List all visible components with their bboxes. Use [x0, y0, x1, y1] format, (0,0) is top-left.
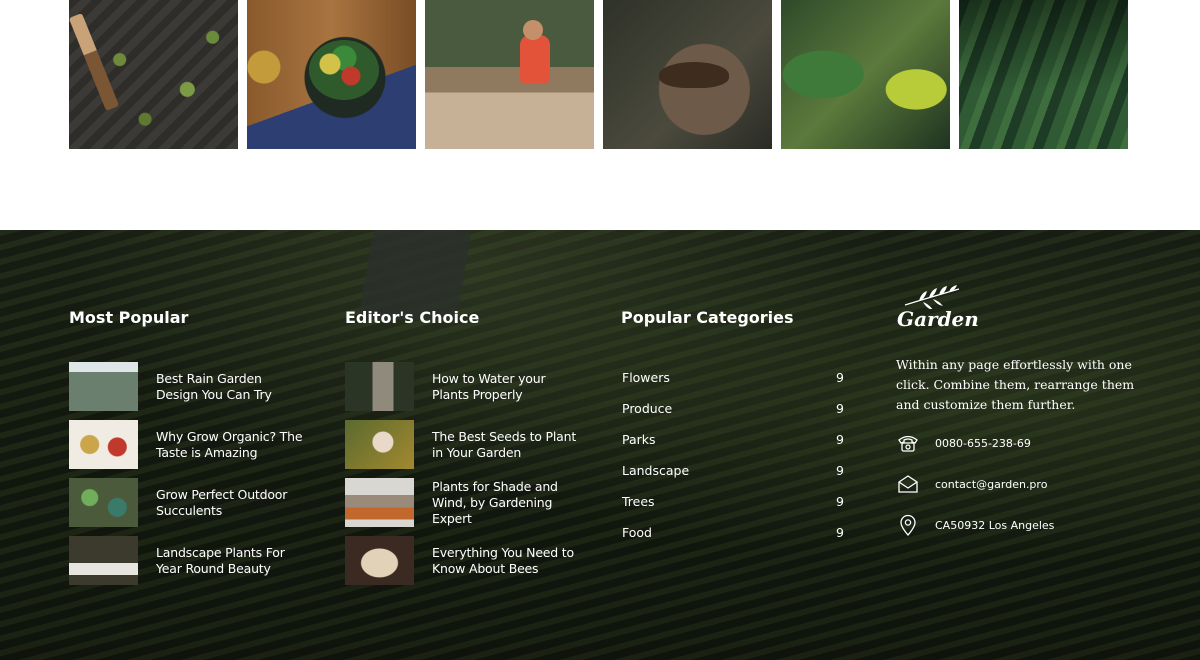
gallery-image-3[interactable] [425, 0, 594, 149]
envelope-icon [897, 473, 919, 495]
most-popular-list: Best Rain Garden Design You Can Try Why … [69, 362, 309, 594]
post-thumbnail[interactable] [69, 362, 138, 411]
gallery-image-2[interactable] [247, 0, 416, 149]
logo-text: Garden [897, 307, 979, 331]
address-text: CA50932 Los Angeles [935, 518, 1055, 532]
editors-post-item[interactable]: The Best Seeds to Plant in Your Garden [345, 420, 585, 469]
category-count: 9 [836, 463, 844, 478]
category-item-landscape[interactable]: Landscape 9 [622, 455, 844, 486]
post-title-link[interactable]: Best Rain Garden Design You Can Try [156, 371, 306, 403]
popular-post-item[interactable]: Landscape Plants For Year Round Beauty [69, 536, 309, 585]
post-thumbnail[interactable] [345, 420, 414, 469]
post-thumbnail[interactable] [345, 536, 414, 585]
category-count: 9 [836, 494, 844, 509]
editors-post-item[interactable]: Everything You Need to Know About Bees [345, 536, 585, 585]
gallery-image-6[interactable] [959, 0, 1128, 149]
editors-post-item[interactable]: How to Water your Plants Properly [345, 362, 585, 411]
category-item-trees[interactable]: Trees 9 [622, 486, 844, 517]
popular-post-item[interactable]: Grow Perfect Outdoor Succulents [69, 478, 309, 527]
post-thumbnail[interactable] [69, 478, 138, 527]
post-title-link[interactable]: How to Water your Plants Properly [432, 371, 582, 403]
category-count: 9 [836, 432, 844, 447]
instagram-gallery [69, 0, 1130, 149]
site-footer: Most Popular Best Rain Garden Design You… [0, 230, 1200, 660]
editors-choice-heading: Editor's Choice [345, 308, 480, 327]
footer-background-image [360, 230, 470, 320]
post-thumbnail[interactable] [345, 478, 414, 527]
contact-phone[interactable]: 0080-655-238-69 [897, 432, 1177, 454]
editors-post-item[interactable]: Plants for Shade and Wind, by Gardening … [345, 478, 585, 527]
contact-address: CA50932 Los Angeles [897, 514, 1177, 536]
post-title-link[interactable]: Plants for Shade and Wind, by Gardening … [432, 479, 582, 527]
gallery-image-5[interactable] [781, 0, 950, 149]
location-pin-icon [897, 514, 919, 536]
gallery-image-1[interactable] [69, 0, 238, 149]
phone-number[interactable]: 0080-655-238-69 [935, 437, 1031, 450]
leaf-branch-icon [904, 285, 960, 309]
popular-post-item[interactable]: Why Grow Organic? The Taste is Amazing [69, 420, 309, 469]
category-count: 9 [836, 401, 844, 416]
footer-about-text: Within any page effortlessly with one cl… [896, 357, 1135, 412]
editors-choice-list: How to Water your Plants Properly The Be… [345, 362, 585, 594]
category-count: 9 [836, 370, 844, 385]
post-title-link[interactable]: Landscape Plants For Year Round Beauty [156, 545, 306, 577]
contact-email[interactable]: contact@garden.pro [897, 473, 1177, 495]
phone-icon [897, 432, 919, 454]
categories-list: Flowers 9 Produce 9 Parks 9 Landscape 9 … [622, 362, 844, 548]
popular-post-item[interactable]: Best Rain Garden Design You Can Try [69, 362, 309, 411]
category-name[interactable]: Food [622, 525, 652, 540]
most-popular-heading: Most Popular [69, 308, 189, 327]
footer-logo[interactable]: Garden [897, 285, 979, 333]
category-item-parks[interactable]: Parks 9 [622, 424, 844, 455]
gallery-image-4[interactable] [603, 0, 772, 149]
category-name[interactable]: Parks [622, 432, 656, 447]
post-title-link[interactable]: The Best Seeds to Plant in Your Garden [432, 429, 582, 461]
category-name[interactable]: Flowers [622, 370, 670, 385]
category-name[interactable]: Trees [622, 494, 655, 509]
category-item-produce[interactable]: Produce 9 [622, 393, 844, 424]
post-thumbnail[interactable] [69, 420, 138, 469]
category-name[interactable]: Produce [622, 401, 672, 416]
category-count: 9 [836, 525, 844, 540]
post-title-link[interactable]: Everything You Need to Know About Bees [432, 545, 582, 577]
post-title-link[interactable]: Why Grow Organic? The Taste is Amazing [156, 429, 306, 461]
post-thumbnail[interactable] [69, 536, 138, 585]
category-item-flowers[interactable]: Flowers 9 [622, 362, 844, 393]
popular-categories-heading: Popular Categories [621, 308, 794, 327]
category-name[interactable]: Landscape [622, 463, 689, 478]
post-title-link[interactable]: Grow Perfect Outdoor Succulents [156, 487, 306, 519]
category-item-food[interactable]: Food 9 [622, 517, 844, 548]
email-address[interactable]: contact@garden.pro [935, 478, 1047, 491]
post-thumbnail[interactable] [345, 362, 414, 411]
